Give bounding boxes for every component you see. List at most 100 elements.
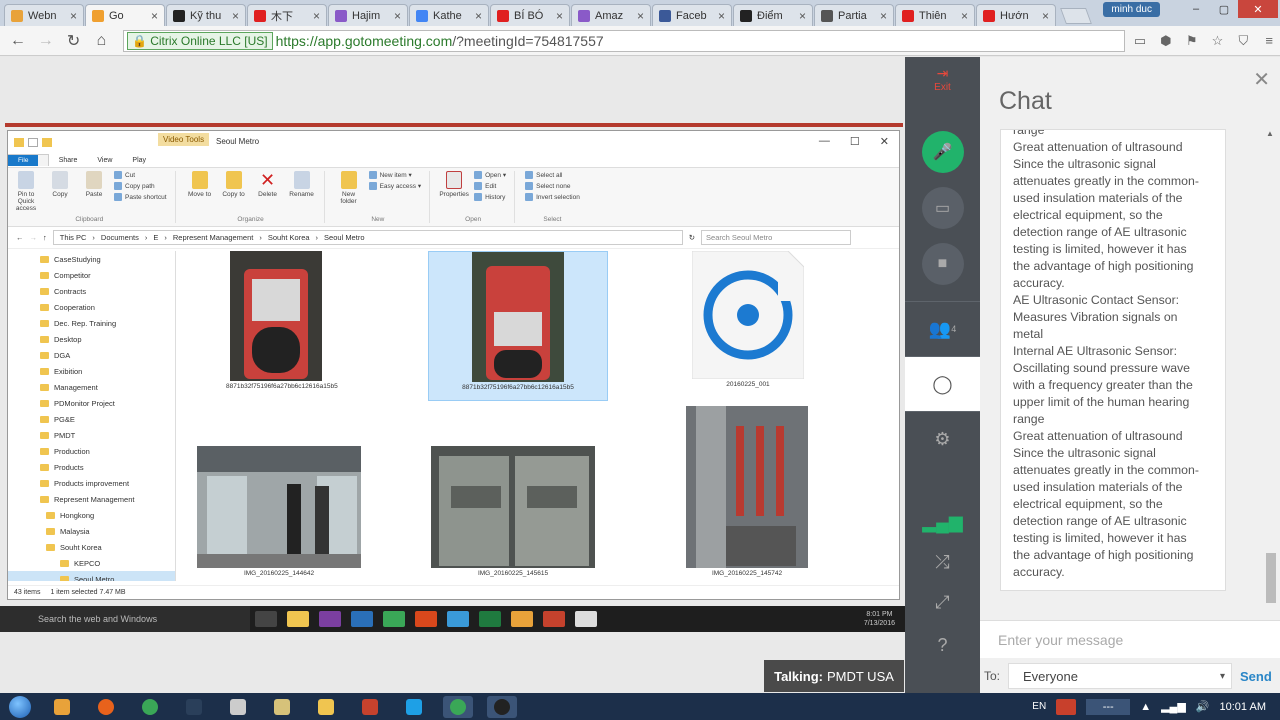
settings-button[interactable]: ⚙ — [905, 411, 980, 466]
show-hidden-icons[interactable]: ▲ — [1140, 701, 1151, 713]
browser-tab[interactable]: Thiên × — [895, 4, 975, 26]
sidebar-item[interactable]: KEPCO — [8, 555, 175, 571]
antivirus-icon[interactable] — [1056, 698, 1077, 715]
maximize-button[interactable]: ☐ — [850, 135, 860, 148]
breadcrumb[interactable]: This PC › Documents › E › Represent Management… — [52, 230, 683, 245]
sidebar-item[interactable]: CaseStudying — [8, 251, 175, 267]
sidebar-item[interactable]: PDMonitor Project — [8, 395, 175, 411]
sidebar-item[interactable]: Cooperation — [8, 299, 175, 315]
maximize-button[interactable]: ▢ — [1210, 0, 1238, 18]
firefox-icon[interactable] — [415, 611, 437, 627]
browser-tab[interactable]: BÍ BÓ × — [490, 4, 570, 26]
copy-to-button[interactable]: Copy to — [220, 171, 248, 198]
close-tab-icon[interactable]: × — [637, 9, 644, 23]
easy-access-button[interactable]: Easy access ▾ — [368, 182, 421, 190]
chat-message-input[interactable]: Enter your message — [980, 620, 1280, 658]
extension-icon[interactable]: ⚑ — [1181, 30, 1203, 52]
sidebar-item[interactable]: Management — [8, 379, 175, 395]
file-item[interactable]: 8871b32f75196f6a27bb6c12616a15b5 — [226, 251, 338, 401]
breadcrumb-item[interactable]: Seoul Metro — [324, 233, 364, 242]
close-window-button[interactable]: ✕ — [1238, 0, 1278, 18]
network-icon[interactable]: ▂▄▆ — [1161, 700, 1186, 713]
start-button[interactable] — [0, 693, 40, 720]
file-item[interactable]: IMG_20160225_144642 — [194, 446, 364, 581]
attendees-button[interactable]: 👥 4 — [905, 301, 980, 356]
close-tab-icon[interactable]: × — [151, 9, 158, 23]
connection-status[interactable]: ▂▄▆ — [905, 502, 980, 542]
paste-shortcut-button[interactable]: Paste shortcut — [114, 193, 167, 201]
close-tab-icon[interactable]: × — [70, 9, 77, 23]
profile-name[interactable]: minh duc — [1103, 2, 1160, 17]
new-folder-icon[interactable] — [42, 137, 52, 147]
close-tab-icon[interactable]: × — [1042, 9, 1049, 23]
volume-icon[interactable]: 🔊 — [1196, 700, 1210, 713]
sidebar-item[interactable]: PMDT — [8, 427, 175, 443]
reload-button[interactable]: ↻ — [62, 29, 86, 53]
scroll-up-icon[interactable]: ▲ — [1266, 129, 1274, 138]
chat-scrollbar[interactable]: ▲ — [1266, 129, 1276, 605]
up-arrow-icon[interactable]: ↑ — [43, 233, 47, 242]
breadcrumb-item[interactable]: This PC — [60, 233, 87, 242]
bookmark-star-icon[interactable]: ☆ — [1207, 30, 1229, 52]
sidebar-item[interactable]: PG&E — [8, 411, 175, 427]
taskbar-app-active[interactable] — [487, 695, 517, 718]
taskbar-app[interactable] — [223, 696, 253, 718]
copy-button[interactable]: Copy — [46, 171, 74, 198]
adblock-icon[interactable]: ⬢ — [1155, 30, 1177, 52]
clock[interactable]: 10:01 AM — [1220, 701, 1266, 713]
skype-icon[interactable] — [447, 611, 469, 627]
taskbar-app[interactable] — [267, 696, 297, 718]
chat-button[interactable]: ◯ — [905, 356, 980, 411]
ime-icon[interactable]: --- — [1086, 698, 1131, 715]
sidebar-item[interactable]: Competitor — [8, 267, 175, 283]
sidebar-item[interactable]: Desktop — [8, 331, 175, 347]
paste-button[interactable]: Paste — [80, 171, 108, 198]
back-arrow-icon[interactable]: ← — [16, 233, 24, 242]
file-item[interactable]: IMG_20160225_145742 — [682, 406, 812, 581]
screen-icon[interactable]: ▭ — [1129, 30, 1151, 52]
minimize-button[interactable]: – — [1182, 0, 1210, 18]
breadcrumb-item[interactable]: Souht Korea — [268, 233, 310, 242]
close-tab-icon[interactable]: × — [232, 9, 239, 23]
sidebar-item[interactable]: Exibition — [8, 363, 175, 379]
taskbar-app[interactable] — [355, 696, 385, 718]
home-button[interactable]: ⌂ — [89, 29, 113, 53]
close-button[interactable]: ✕ — [880, 135, 889, 148]
minimize-button[interactable]: — — [819, 135, 830, 148]
outlook-icon[interactable] — [351, 611, 373, 627]
close-tab-icon[interactable]: × — [313, 9, 320, 23]
edit-button[interactable]: Edit — [474, 182, 506, 190]
scroll-thumb[interactable] — [1266, 553, 1276, 603]
address-bar[interactable]: 🔒 Citrix Online LLC [US] https://app.goto… — [123, 29, 1126, 52]
open-button[interactable]: Open ▾ — [474, 171, 506, 179]
goto-icon[interactable] — [511, 611, 533, 627]
breadcrumb-item[interactable]: Documents — [101, 233, 139, 242]
close-tab-icon[interactable]: × — [394, 9, 401, 23]
taskbar-app[interactable] — [135, 696, 165, 718]
file-item[interactable]: IMG_20160225_145615 — [428, 446, 598, 581]
browser-tab[interactable]: Amaz × — [571, 4, 651, 26]
new-item-button[interactable]: New item ▾ — [368, 171, 422, 179]
taskbar-app[interactable] — [91, 696, 121, 718]
close-tab-icon[interactable]: × — [880, 9, 887, 23]
browser-tab[interactable]: Kỹ thu × — [166, 4, 246, 26]
taskbar-app[interactable] — [179, 696, 209, 718]
browser-tab[interactable]: 木下 × — [247, 4, 327, 26]
browser-tab[interactable]: Go × — [85, 4, 165, 26]
language-indicator[interactable]: EN — [1032, 701, 1046, 712]
taskbar-app-active[interactable] — [443, 695, 473, 718]
tab-play[interactable]: Play — [122, 155, 156, 166]
sidebar-item[interactable]: Products improvement — [8, 475, 175, 491]
close-tab-icon[interactable]: × — [556, 9, 563, 23]
windows-search-box[interactable]: Search the web and Windows — [0, 606, 250, 632]
camera-icon[interactable] — [575, 611, 597, 627]
switch-presenter-button[interactable]: ⤮ — [905, 542, 980, 582]
taskbar-app[interactable] — [399, 696, 429, 718]
sidebar-item[interactable]: Souht Korea — [8, 539, 175, 555]
copy-path-button[interactable]: Copy path — [114, 182, 167, 190]
menu-icon[interactable]: ≡ — [1258, 30, 1280, 52]
microphone-button[interactable]: 🎤 — [921, 131, 964, 173]
close-tab-icon[interactable]: × — [718, 9, 725, 23]
breadcrumb-item[interactable]: Represent Management — [173, 233, 253, 242]
shield-icon[interactable]: ⛉ — [1232, 30, 1254, 52]
